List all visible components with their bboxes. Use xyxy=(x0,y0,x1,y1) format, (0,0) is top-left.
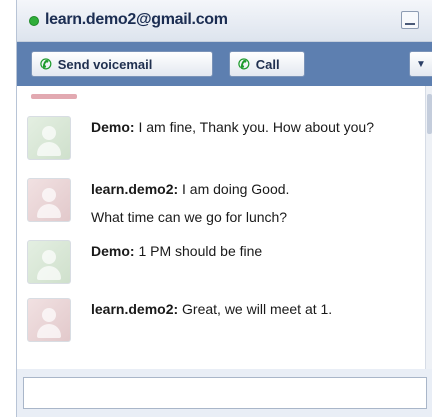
message-text: I am doing Good. xyxy=(182,181,290,197)
send-voicemail-label: Send voicemail xyxy=(57,56,153,72)
message-text: 1 PM should be fine xyxy=(138,243,263,259)
message-text: Great, we will meet at 1. xyxy=(182,301,333,317)
chevron-down-icon: ▼ xyxy=(416,58,426,70)
online-status-icon xyxy=(29,16,39,26)
avatar xyxy=(27,240,71,284)
message-sender: Demo: xyxy=(91,243,135,259)
message-sender: Demo: xyxy=(91,119,135,135)
message-sender: learn.demo2: xyxy=(91,301,179,317)
more-options-dropdown[interactable]: ▼ xyxy=(409,51,432,77)
send-voicemail-button[interactable]: ✆ Send voicemail xyxy=(31,51,213,77)
chat-window: learn.demo2@gmail.com ✆ Send voicemail ✆… xyxy=(16,0,432,417)
message-sender: learn.demo2: xyxy=(91,181,179,197)
phone-icon: ✆ xyxy=(40,55,52,72)
title-bar[interactable]: learn.demo2@gmail.com xyxy=(17,0,432,42)
chat-scrollbar[interactable] xyxy=(425,86,432,369)
minimize-icon[interactable] xyxy=(401,11,419,29)
call-button[interactable]: ✆ Call xyxy=(229,51,305,77)
avatar xyxy=(27,178,71,222)
avatar xyxy=(27,116,71,160)
message-input[interactable] xyxy=(23,377,427,409)
avatar xyxy=(27,298,71,342)
toolbar: ✆ Send voicemail ✆ Call ▼ xyxy=(17,42,432,86)
message-text: I am fine, Thank you. How about you? xyxy=(138,119,374,135)
compose-area xyxy=(17,369,432,417)
contact-title: learn.demo2@gmail.com xyxy=(45,11,228,28)
call-label: Call xyxy=(255,56,280,72)
older-message-indicator xyxy=(31,94,77,99)
message-text: What time can we go for lunch? xyxy=(91,209,288,225)
chat-history[interactable]: Demo: I am fine, Thank you. How about yo… xyxy=(17,86,425,369)
phone-icon: ✆ xyxy=(238,55,250,72)
